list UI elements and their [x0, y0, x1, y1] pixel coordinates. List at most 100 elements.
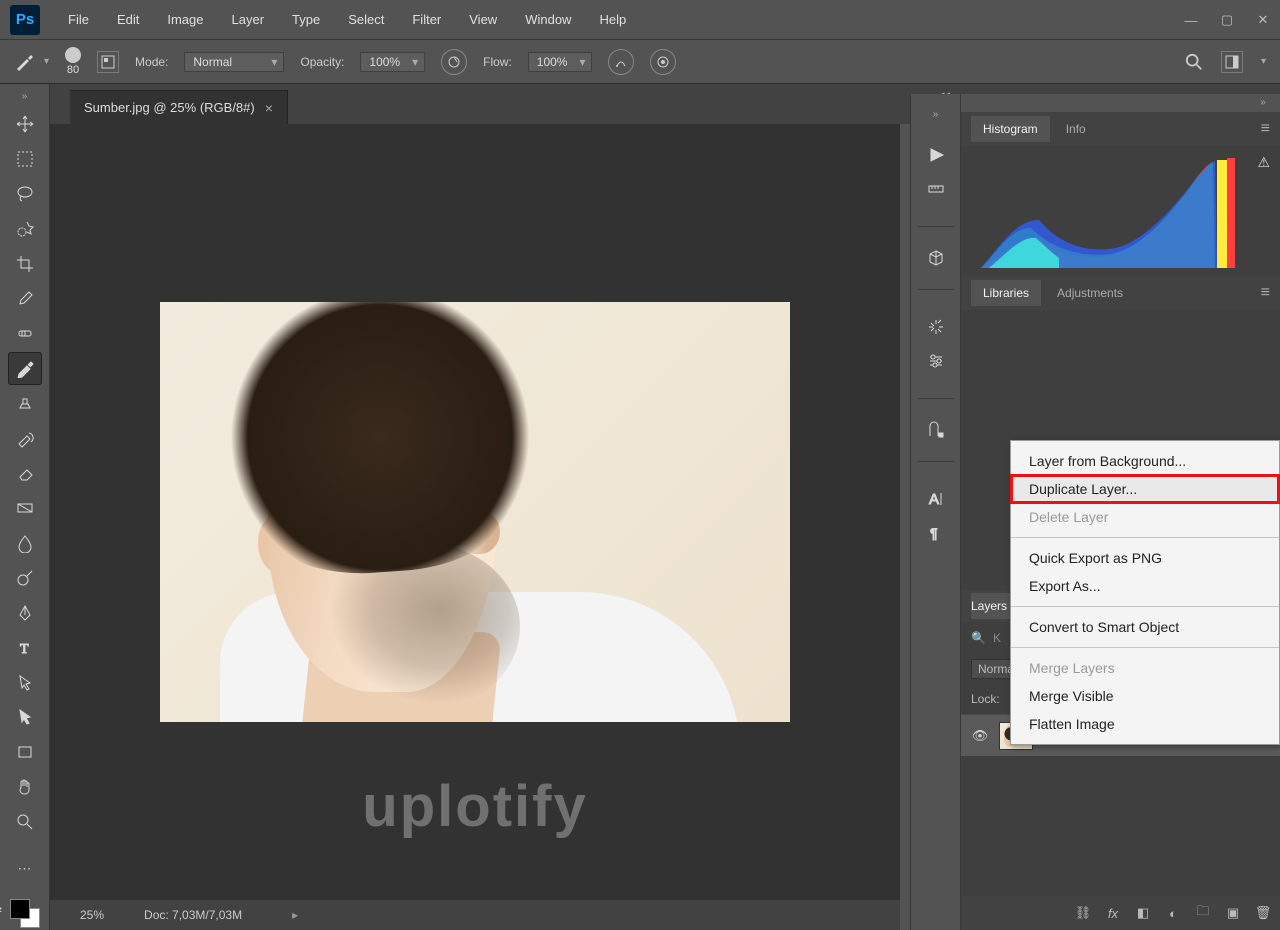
menu-select[interactable]: Select: [334, 0, 398, 40]
hand-tool[interactable]: [8, 771, 42, 804]
edit-toolbar-button[interactable]: ⋯: [8, 852, 42, 885]
zoom-tool[interactable]: [8, 806, 42, 839]
adjustments-tab[interactable]: Adjustments: [1045, 280, 1135, 306]
context-item-quick-export-as-png[interactable]: Quick Export as PNG: [1011, 544, 1279, 572]
status-bar: 25% Doc: 7,03M/7,03M ▸: [50, 900, 900, 930]
context-item-merge-visible[interactable]: Merge Visible: [1011, 682, 1279, 710]
menu-image[interactable]: Image: [153, 0, 217, 40]
panel-menu-icon[interactable]: ≡: [1261, 284, 1270, 302]
menu-view[interactable]: View: [455, 0, 511, 40]
histogram-tab[interactable]: Histogram: [971, 116, 1050, 142]
document-tab[interactable]: Sumber.jpg @ 25% (RGB/8#) ×: [70, 90, 288, 124]
adjustment-layer-icon[interactable]: ◐: [1164, 906, 1182, 921]
search-icon[interactable]: [1185, 53, 1203, 71]
paragraph-panel-icon[interactable]: ¶: [921, 518, 951, 548]
info-tab[interactable]: Info: [1054, 116, 1098, 142]
blur-tool[interactable]: [8, 526, 42, 559]
layer-group-icon[interactable]: 🗀: [1194, 902, 1212, 924]
type-tool[interactable]: T: [8, 631, 42, 664]
eraser-tool[interactable]: [8, 457, 42, 490]
clone-stamp-tool[interactable]: [8, 387, 42, 420]
flow-select[interactable]: 100%: [528, 52, 593, 72]
cache-warning-icon[interactable]: ⚠: [1257, 154, 1270, 171]
right-panels-collapse[interactable]: »: [1254, 98, 1272, 112]
opacity-select[interactable]: 100%: [360, 52, 425, 72]
quick-selection-tool[interactable]: [8, 212, 42, 245]
direct-selection-tool[interactable]: [8, 701, 42, 734]
marquee-tool[interactable]: [8, 142, 42, 175]
play-action-icon[interactable]: [921, 140, 951, 170]
pen-tool[interactable]: [8, 596, 42, 629]
properties-icon[interactable]: [921, 312, 951, 342]
toolbar-collapse-handle[interactable]: »: [16, 92, 34, 106]
lasso-tool[interactable]: [8, 177, 42, 210]
menu-type[interactable]: Type: [278, 0, 334, 40]
pressure-size-icon[interactable]: [650, 49, 676, 75]
context-item-layer-from-background[interactable]: Layer from Background...: [1011, 447, 1279, 475]
minimize-button[interactable]: —: [1182, 13, 1200, 28]
menu-filter[interactable]: Filter: [398, 0, 455, 40]
status-more-icon[interactable]: ▸: [292, 908, 298, 922]
layer-mask-icon[interactable]: ◧: [1134, 905, 1152, 921]
3d-icon[interactable]: [921, 243, 951, 273]
zoom-level[interactable]: 25%: [80, 908, 104, 922]
menu-help[interactable]: Help: [585, 0, 640, 40]
brush-preset-picker[interactable]: 80: [65, 47, 81, 76]
workspace-switcher[interactable]: [1221, 51, 1243, 73]
collapsed-panels-column: » A ¶: [910, 94, 960, 930]
brush-tool[interactable]: [8, 352, 42, 385]
character-styles-icon[interactable]: [921, 415, 951, 445]
panel-expand-handle[interactable]: »: [927, 110, 945, 124]
search-icon[interactable]: 🔍: [971, 631, 985, 645]
menu-window[interactable]: Window: [511, 0, 585, 40]
menu-bar: Ps FileEditImageLayerTypeSelectFilterVie…: [0, 0, 1280, 40]
context-item-flatten-image[interactable]: Flatten Image: [1011, 710, 1279, 738]
histogram-chart: [981, 158, 1241, 268]
svg-text:¶: ¶: [930, 525, 938, 541]
layer-fx-icon[interactable]: fx: [1104, 906, 1122, 921]
brush-panel-toggle-icon[interactable]: [97, 51, 119, 73]
new-layer-icon[interactable]: ▣: [1224, 905, 1242, 921]
delete-layer-icon[interactable]: 🗑: [1254, 905, 1272, 921]
dodge-tool[interactable]: [8, 561, 42, 594]
brush-preview-icon: [65, 47, 81, 63]
libraries-tab[interactable]: Libraries: [971, 280, 1041, 306]
airbrush-icon[interactable]: [608, 49, 634, 75]
maximize-button[interactable]: ▢: [1218, 12, 1236, 28]
pressure-opacity-icon[interactable]: [441, 49, 467, 75]
context-item-duplicate-layer[interactable]: Duplicate Layer...: [1011, 475, 1279, 503]
close-button[interactable]: ✕: [1254, 12, 1272, 28]
ruler-icon[interactable]: [921, 174, 951, 204]
menu-file[interactable]: File: [54, 0, 103, 40]
close-tab-icon[interactable]: ×: [265, 100, 273, 116]
blend-mode-select[interactable]: Normal: [184, 52, 284, 72]
gradient-tool[interactable]: [8, 492, 42, 525]
lock-label: Lock:: [971, 692, 1000, 706]
rectangle-tool[interactable]: [8, 736, 42, 769]
path-selection-tool[interactable]: [8, 666, 42, 699]
panel-menu-icon[interactable]: ≡: [1261, 120, 1270, 138]
watermark-text: uplotify: [362, 773, 587, 840]
document-tab-title: Sumber.jpg @ 25% (RGB/8#): [84, 100, 255, 115]
character-panel-icon[interactable]: A: [921, 484, 951, 514]
tools-panel: » T ⋯ ⇄: [0, 84, 50, 930]
menu-edit[interactable]: Edit: [103, 0, 153, 40]
healing-brush-tool[interactable]: [8, 317, 42, 350]
dropdown-caret-icon[interactable]: ▾: [44, 56, 49, 67]
menu-layer[interactable]: Layer: [218, 0, 279, 40]
move-tool[interactable]: [8, 108, 42, 141]
dropdown-caret-icon[interactable]: ▾: [1261, 56, 1266, 67]
visibility-toggle-icon[interactable]: 👁: [971, 728, 989, 744]
crop-tool[interactable]: [8, 247, 42, 280]
adjustments-sliders-icon[interactable]: [921, 346, 951, 376]
link-layers-icon[interactable]: ⛓: [1074, 905, 1092, 921]
eyedropper-tool[interactable]: [8, 282, 42, 315]
histogram-panel-header: Histogram Info ≡: [961, 112, 1280, 146]
history-brush-tool[interactable]: [8, 422, 42, 455]
context-item-convert-to-smart-object[interactable]: Convert to Smart Object: [1011, 613, 1279, 641]
foreground-color-swatch[interactable]: [10, 899, 30, 919]
canvas-area[interactable]: uplotify: [50, 124, 900, 900]
context-item-export-as[interactable]: Export As...: [1011, 572, 1279, 600]
color-swatches[interactable]: ⇄: [8, 897, 42, 930]
swap-colors-icon[interactable]: ⇄: [0, 905, 2, 916]
